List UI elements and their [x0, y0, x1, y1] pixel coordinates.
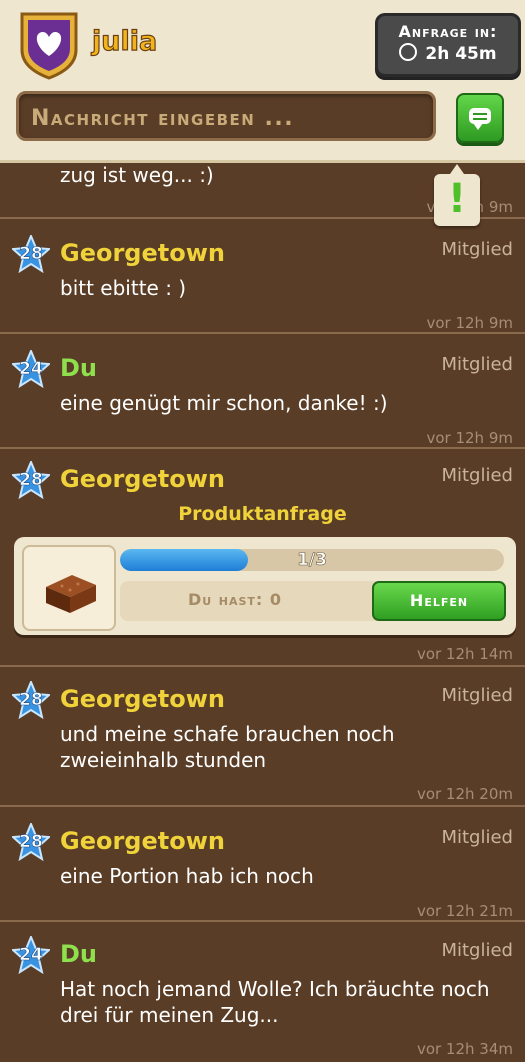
message-time: vor 12h 9m	[426, 429, 513, 447]
message-input[interactable]: Nachricht eingeben ...	[16, 91, 436, 141]
author-name[interactable]: Georgetown	[60, 827, 225, 855]
level-number: 28	[19, 690, 43, 711]
message-time: vor 12h 9m	[426, 314, 513, 332]
progress-label: 1/3	[297, 550, 327, 571]
member-role: Mitglied	[441, 940, 513, 961]
level-number: 28	[19, 832, 43, 853]
chat-message: 28 Georgetown Mitglied und meine schafe …	[0, 667, 525, 805]
clock-icon	[399, 43, 418, 61]
have-label: Du hast:	[188, 590, 264, 609]
chat-message: 28 Georgetown Mitglied eine Portion hab …	[0, 807, 525, 920]
chat-bubble-icon	[469, 108, 491, 130]
author-name[interactable]: Georgetown	[60, 685, 225, 713]
author-name[interactable]: Du	[60, 354, 97, 382]
send-button[interactable]	[456, 93, 504, 143]
message-text: und meine schafe brauchen noch zweieinha…	[60, 722, 395, 772]
username: julia	[91, 25, 158, 57]
author-name[interactable]: Du	[60, 940, 97, 968]
alert-badge[interactable]: !	[434, 164, 480, 226]
member-role: Mitglied	[441, 239, 513, 260]
level-number: 24	[19, 359, 43, 380]
member-role: Mitglied	[441, 685, 513, 706]
level-star-icon: 28	[12, 235, 50, 273]
level-star-icon: 24	[12, 350, 50, 388]
message-text: Hat noch jemand Wolle? Ich bräuchte noch…	[60, 977, 490, 1027]
message-time: vor 12h 14m	[416, 645, 513, 663]
request-timer: Anfrage in: 2h 45m	[375, 13, 521, 77]
chat-message: 24 Du Mitglied eine genügt mir schon, da…	[0, 334, 525, 447]
level-star-icon: 28	[12, 461, 50, 499]
level-star-icon: 28	[12, 823, 50, 861]
product-request-message: 28 Georgetown Mitglied Produktanfrage 1/…	[0, 449, 525, 665]
request-label: Anfrage in:	[398, 22, 498, 41]
member-role: Mitglied	[441, 354, 513, 375]
message-text: eine Portion hab ich noch	[60, 864, 314, 888]
message-time: vor 12h 20m	[416, 785, 513, 803]
author-name[interactable]: Georgetown	[60, 465, 225, 493]
level-number: 24	[19, 945, 43, 966]
request-title: Produktanfrage	[178, 503, 347, 525]
chat-header: julia Anfrage in: 2h 45m Nachricht einge…	[0, 0, 525, 163]
request-card: 1/3 Du hast: 0 Helfen	[14, 537, 516, 635]
progress-bar: 1/3	[120, 549, 504, 571]
level-number: 28	[19, 470, 43, 491]
member-role: Mitglied	[441, 465, 513, 486]
level-number: 28	[19, 244, 43, 265]
message-time: vor 12h 34m	[416, 1040, 513, 1058]
member-role: Mitglied	[441, 827, 513, 848]
level-star-icon: 24	[12, 936, 50, 974]
level-star-icon: 28	[12, 681, 50, 719]
brownie-icon	[46, 575, 96, 613]
guild-shield-icon[interactable]	[18, 10, 80, 80]
message-time: vor 12h 21m	[416, 902, 513, 920]
message-text: bitt ebitte : )	[60, 276, 187, 300]
chat-message: 28 Georgetown Mitglied bitt ebitte : ) v…	[0, 219, 525, 332]
request-time: 2h 45m	[425, 44, 497, 64]
have-value: 0	[269, 590, 283, 609]
chat-feed[interactable]: zug ist weg... :) vor 12h 9m 28 Georgeto…	[0, 160, 525, 1062]
chat-message: 24 Du Mitglied Hat noch jemand Wolle? Ic…	[0, 922, 525, 1062]
exclamation-icon: !	[447, 176, 467, 222]
help-button[interactable]: Helfen	[372, 581, 506, 621]
item-thumbnail[interactable]	[22, 545, 116, 631]
author-name[interactable]: Georgetown	[60, 239, 225, 267]
message-text: eine genügt mir schon, danke! :)	[60, 391, 388, 415]
